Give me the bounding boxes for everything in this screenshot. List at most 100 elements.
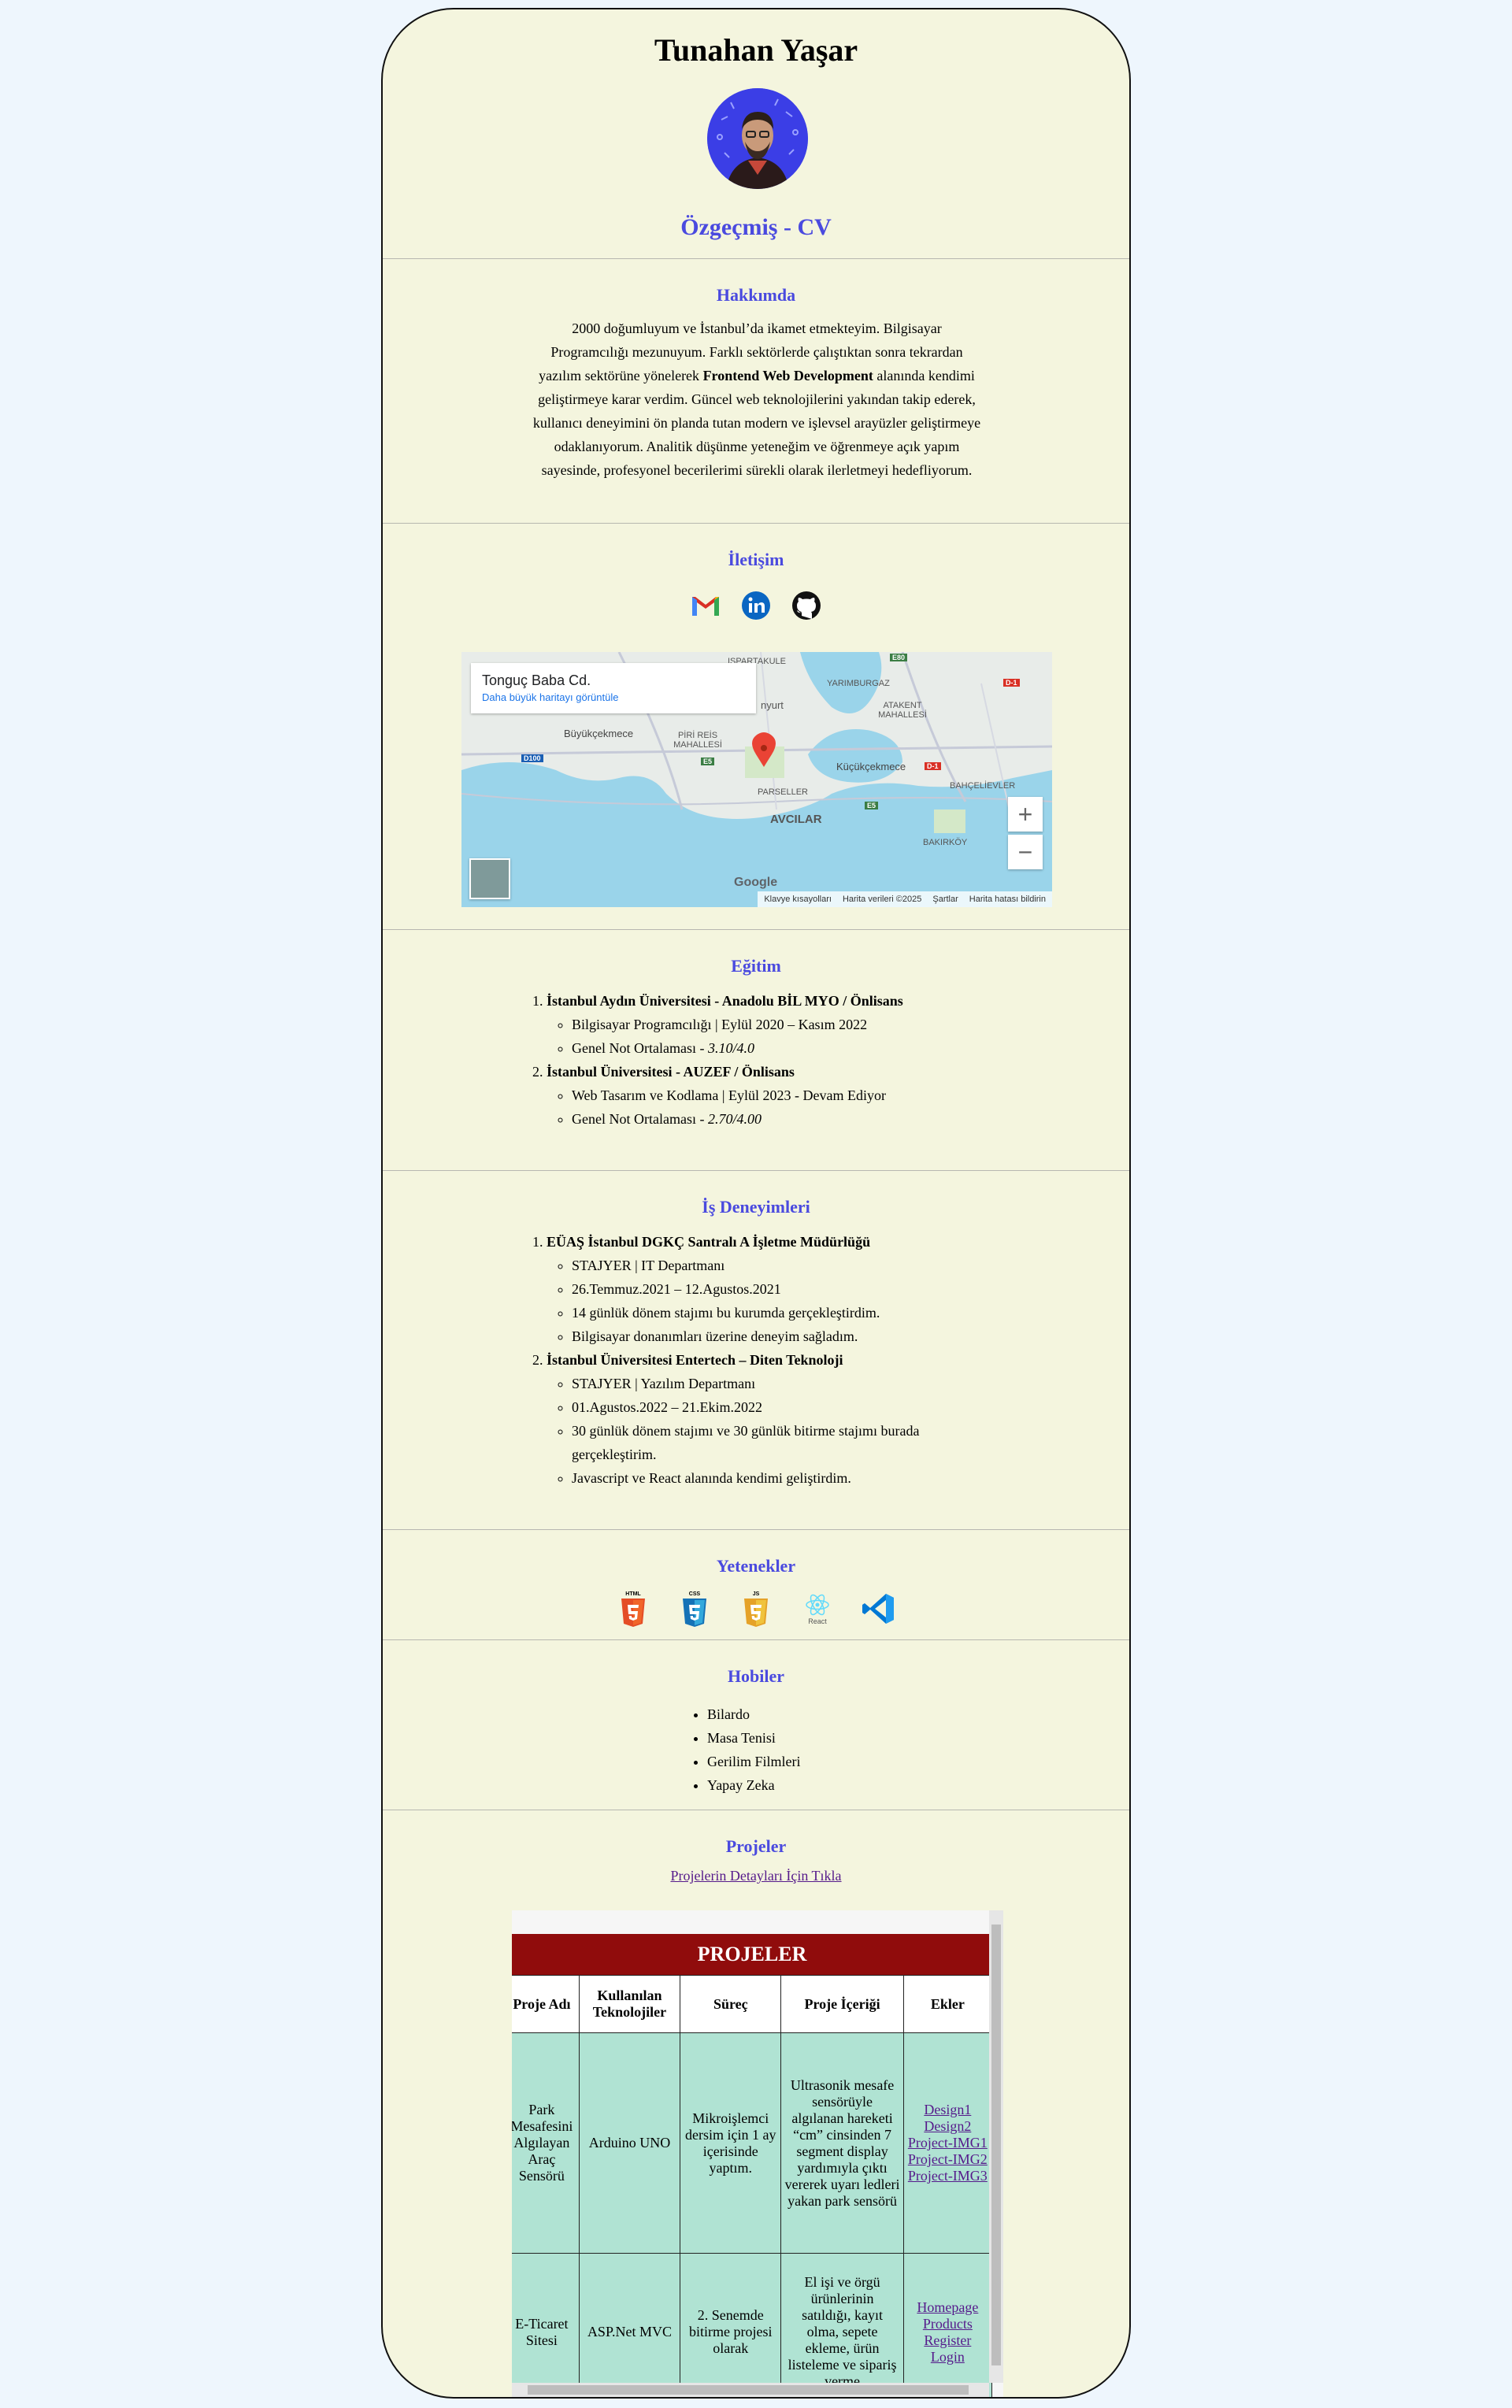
about-text: 2000 doğumluyum ve İstanbul’da ikamet et… xyxy=(532,317,981,482)
experience-detail: STAJYER | Yazılım Departmanı xyxy=(572,1372,1005,1395)
projects-details-link[interactable]: Projelerin Detayları İçin Tıkla xyxy=(670,1868,841,1884)
contact-icons xyxy=(383,589,1129,622)
skills-icons: HTML CSS JS React xyxy=(383,1589,1129,1628)
education-details: Bilgisayar Programcılığı | Eylül 2020 – … xyxy=(532,1013,903,1060)
divider xyxy=(383,258,1129,259)
html5-caption: HTML xyxy=(625,1591,641,1597)
experience-list: EÜAŞ İstanbul DGKÇ Santralı A İşletme Mü… xyxy=(532,1230,1005,1490)
map-label: nyurt xyxy=(761,699,784,711)
vertical-scrollbar[interactable] xyxy=(989,1910,1003,2383)
gpa-label: Genel Not Ortalaması - xyxy=(572,1040,708,1056)
cv-card: Tunahan Yaşar Özgeçmiş - CV Hakkımda 200… xyxy=(381,8,1131,2399)
attachment-link[interactable]: Register xyxy=(907,2332,988,2349)
attachment-link[interactable]: Products xyxy=(907,2316,988,2332)
zoom-in-button[interactable]: + xyxy=(1008,797,1043,832)
experience-detail: 14 günlük dönem stajımı bu kurumda gerçe… xyxy=(572,1301,1005,1324)
project-name: E-Ticaret Sitesi xyxy=(512,2253,580,2397)
attachment-link[interactable]: Design2 xyxy=(907,2118,988,2135)
divider xyxy=(383,1170,1129,1171)
experience-detail: 26.Temmuz.2021 – 12.Agustos.2021 xyxy=(572,1277,1005,1301)
hobby-item: Gerilim Filmleri xyxy=(707,1750,801,1773)
education-item: İstanbul Üniversitesi - AUZEF / Önlisans… xyxy=(532,1060,903,1131)
education-head: İstanbul Üniversitesi - AUZEF / Önlisans xyxy=(547,1064,795,1080)
experience-detail: 30 günlük dönem stajımı ve 30 günlük bit… xyxy=(572,1419,1005,1466)
map-label: BAKIRKÖY xyxy=(923,838,968,847)
education-list: İstanbul Aydın Üniversitesi - Anadolu Bİ… xyxy=(532,989,903,1131)
scrollbar-thumb[interactable] xyxy=(991,1925,1001,2365)
education-details: Web Tasarım ve Kodlama | Eylül 2023 - De… xyxy=(532,1084,903,1131)
column-header: Kullanılan Teknolojiler xyxy=(578,1975,681,2033)
project-process: Mikroişlemci dersim için 1 ay içerisinde… xyxy=(680,2032,782,2254)
project-tech: Arduino UNO xyxy=(578,2032,681,2254)
attachment-link[interactable]: Login xyxy=(907,2349,988,2365)
satellite-toggle[interactable] xyxy=(469,858,510,899)
experience-item: EÜAŞ İstanbul DGKÇ Santralı A İşletme Mü… xyxy=(532,1230,1005,1348)
keyboard-shortcuts-link[interactable]: Klavye kısayolları xyxy=(764,895,832,904)
horizontal-scrollbar[interactable] xyxy=(512,2383,989,2397)
project-process: 2. Senemde bitirme projesi olarak xyxy=(680,2253,782,2397)
project-tech: ASP.Net MVC xyxy=(578,2253,681,2397)
map-label: Büyükçekmece xyxy=(564,728,634,739)
terms-link[interactable]: Şartlar xyxy=(932,895,958,904)
larger-map-link[interactable]: Daha büyük haritayı görüntüle xyxy=(482,691,618,703)
zoom-out-button[interactable]: − xyxy=(1008,835,1043,869)
column-header: Proje Adı xyxy=(512,1975,580,2033)
project-content: El işi ve örgü ürünlerinin satıldığı, ka… xyxy=(780,2253,904,2397)
javascript-caption: JS xyxy=(753,1591,760,1597)
experience-detail: 01.Agustos.2022 – 21.Ekim.2022 xyxy=(572,1395,1005,1419)
experience-detail: Javascript ve React alanında kendimi gel… xyxy=(572,1466,1005,1490)
projects-link-wrap: Projelerin Detayları İçin Tıkla xyxy=(383,1868,1129,1884)
map-label: Küçükçekmece xyxy=(836,761,906,772)
css3-caption: CSS xyxy=(689,1591,701,1597)
road-badge: D-1 xyxy=(1003,679,1020,687)
road-badge: D-1 xyxy=(925,762,941,770)
avatar xyxy=(707,88,808,189)
experience-head: EÜAŞ İstanbul DGKÇ Santralı A İşletme Mü… xyxy=(547,1234,871,1250)
project-content: Ultrasonik mesafe sensörüyle algılanan h… xyxy=(780,2032,904,2254)
table-header-row: Proje Adı Kullanılan Teknolojiler Süreç … xyxy=(512,1975,993,2033)
attachment-link[interactable]: Project-IMG1 xyxy=(907,2135,988,2151)
experience-details: STAJYER | Yazılım Departmanı 01.Agustos.… xyxy=(532,1372,1005,1490)
project-attachments: Design1 Design2 Project-IMG1 Project-IMG… xyxy=(902,2032,993,2254)
road-badge: D100 xyxy=(521,754,543,762)
report-error-link[interactable]: Harita hatası bildirin xyxy=(969,895,1046,904)
map-label: BAHÇELİEVLER xyxy=(950,781,1016,791)
scrollbar-thumb[interactable] xyxy=(528,2385,969,2395)
education-detail: Genel Not Ortalaması - 2.70/4.00 xyxy=(572,1107,903,1131)
hobby-item: Masa Tenisi xyxy=(707,1726,801,1750)
hobby-item: Bilardo xyxy=(707,1702,801,1726)
map-label: PARSELLER xyxy=(758,787,808,797)
experience-title: İş Deneyimleri xyxy=(702,1197,810,1217)
gmail-icon[interactable] xyxy=(689,589,722,622)
projects-iframe[interactable]: PROJELER Proje Adı Kullanılan Teknolojil… xyxy=(512,1910,1003,2397)
education-title: Eğitim xyxy=(731,956,781,976)
attachment-link[interactable]: Design1 xyxy=(907,2102,988,2118)
about-title: Hakkımda xyxy=(716,285,796,305)
divider xyxy=(383,523,1129,524)
linkedin-icon[interactable] xyxy=(739,589,773,622)
react-icon: React xyxy=(798,1589,837,1628)
education-item: İstanbul Aydın Üniversitesi - Anadolu Bİ… xyxy=(532,989,903,1060)
attachment-link[interactable]: Project-IMG3 xyxy=(907,2168,988,2184)
divider xyxy=(383,929,1129,930)
github-icon[interactable] xyxy=(790,589,823,622)
project-name: Park Mesafesini Algılayan Araç Sensörü xyxy=(512,2032,580,2254)
column-header: Süreç xyxy=(680,1975,782,2033)
education-detail: Bilgisayar Programcılığı | Eylül 2020 – … xyxy=(572,1013,903,1036)
skills-title: Yetenekler xyxy=(716,1556,796,1576)
attachment-link[interactable]: Project-IMG2 xyxy=(907,2151,988,2168)
experience-detail: Bilgisayar donanımları üzerine deneyim s… xyxy=(572,1324,1005,1348)
about-text-bold: Frontend Web Development xyxy=(702,368,873,383)
map-embed[interactable]: ISPARTAKULE YARIMBURGAZ ATAKENT MAHALLES… xyxy=(461,652,1052,907)
google-logo: Google xyxy=(734,876,778,889)
attachment-link[interactable]: Homepage xyxy=(907,2299,988,2316)
gpa-value: 2.70/4.00 xyxy=(707,1111,762,1127)
road-badge: E80 xyxy=(890,654,908,661)
column-header: Ekler xyxy=(902,1975,993,2033)
divider xyxy=(383,1639,1129,1640)
column-header: Proje İçeriği xyxy=(780,1975,904,2033)
about-text-part: alanında kendimi geliştirmeye karar verd… xyxy=(532,368,981,478)
map-data-text: Harita verileri ©2025 xyxy=(842,895,922,904)
projects-title: Projeler xyxy=(725,1836,787,1856)
cv-title: Özgeçmiş - CV xyxy=(680,214,832,240)
